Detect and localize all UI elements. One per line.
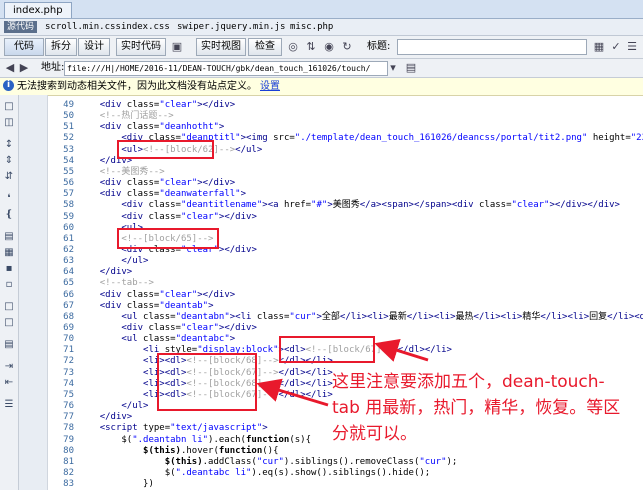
arrow-to-tab-blocks <box>256 378 329 407</box>
annotation-note: 这里注意要添加五个，dean-touch-tab 用最新，热门，精华，恢复。等区… <box>332 372 621 444</box>
arrow-to-block67 <box>374 338 429 362</box>
